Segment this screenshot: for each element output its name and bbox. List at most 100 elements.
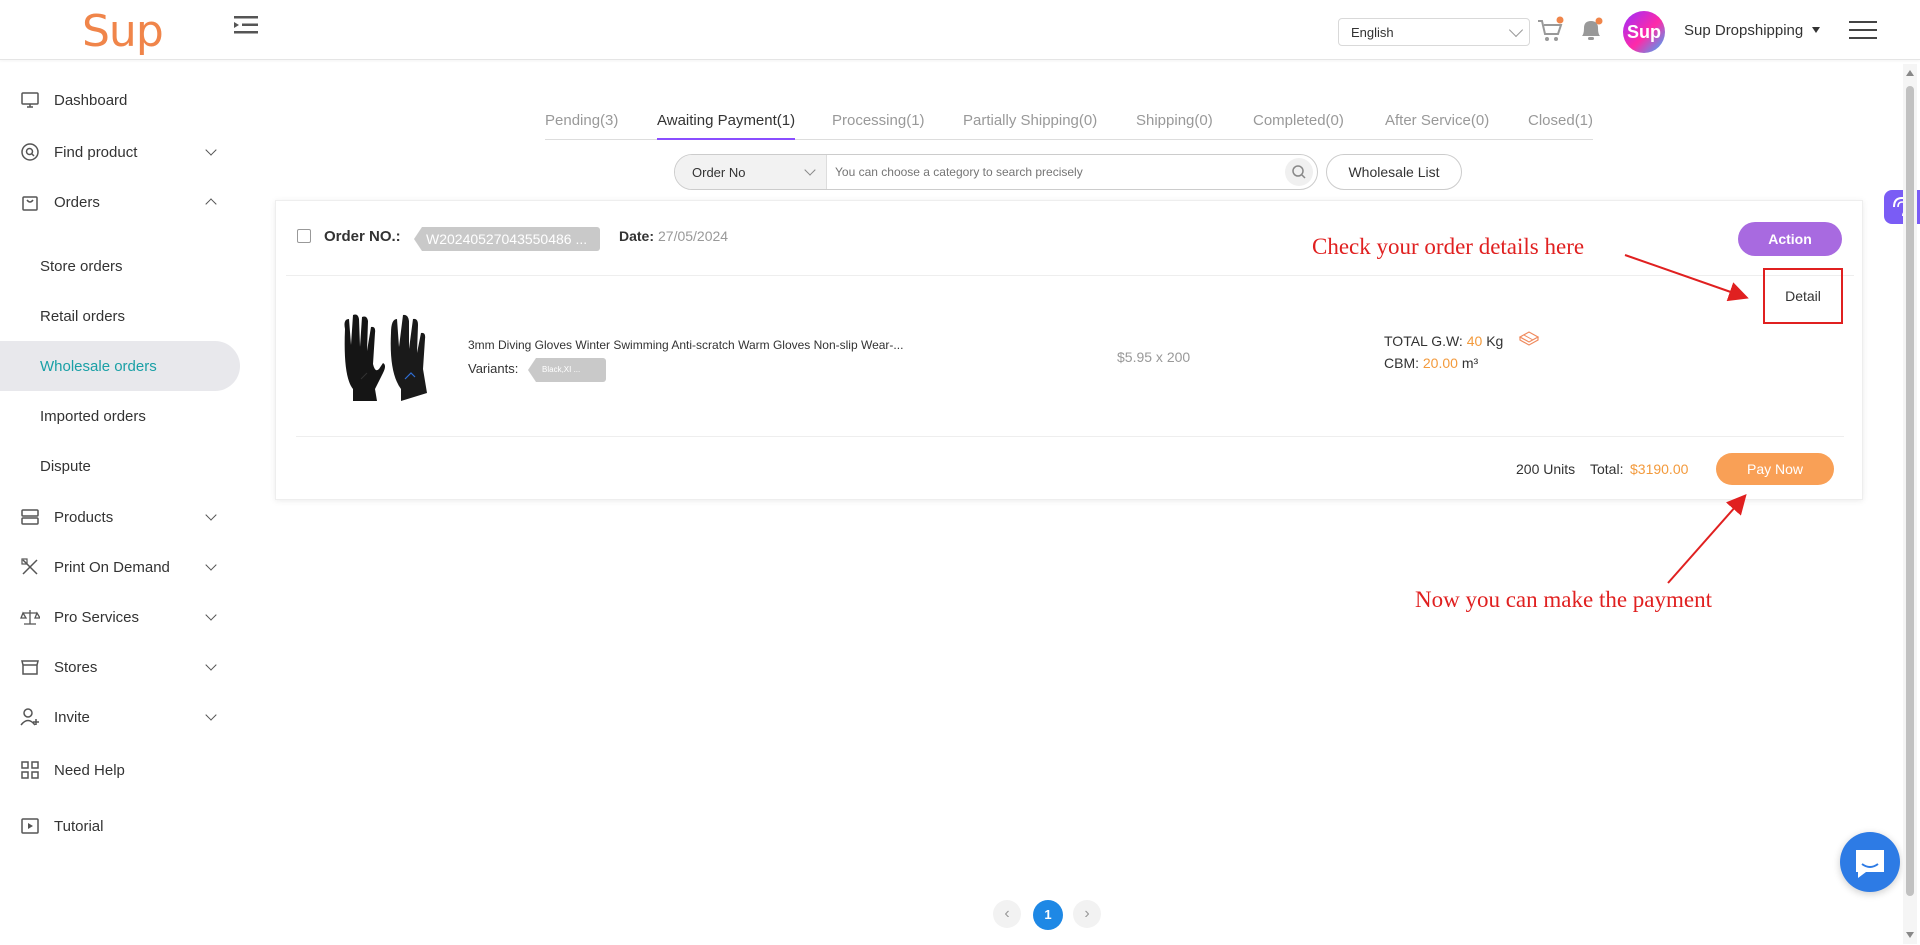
chat-support-button[interactable]: [1840, 832, 1900, 892]
price-quantity: $5.95 x 200: [1117, 349, 1191, 365]
cbm-label: CBM:: [1384, 355, 1419, 371]
sidebar-subitem-wholesale-orders[interactable]: Wholesale orders: [0, 341, 240, 391]
sidebar-subitem-label: Imported orders: [40, 407, 146, 425]
annotation-detail-note: Check your order details here: [1312, 234, 1585, 259]
tab-processing[interactable]: Processing(1): [832, 112, 925, 129]
sidebar-subitem-label: Store orders: [40, 257, 123, 275]
chevron-up-icon: [205, 198, 217, 210]
sidebar-item-invite[interactable]: Invite: [0, 692, 240, 742]
scroll-up-arrow-icon[interactable]: [1906, 70, 1914, 76]
sidebar-subitem-retail-orders[interactable]: Retail orders: [0, 291, 240, 341]
sidebar-item-orders[interactable]: Orders: [0, 177, 240, 227]
user-name[interactable]: Sup Dropshipping: [1684, 22, 1803, 39]
caret-down-icon[interactable]: [1812, 27, 1820, 33]
sidebar-item-label: Tutorial: [54, 817, 104, 835]
sidebar-subitem-store-orders[interactable]: Store orders: [0, 241, 240, 291]
monitor-icon: [21, 92, 39, 108]
divider: [296, 436, 1844, 437]
cbm: CBM: 20.00 m³: [1384, 355, 1478, 371]
bag-icon: [22, 196, 38, 211]
hamburger-menu-icon[interactable]: [1849, 21, 1877, 41]
action-button[interactable]: Action: [1738, 222, 1842, 256]
sidebar-item-print-on-demand[interactable]: Print On Demand: [0, 542, 240, 592]
chevron-down-icon: [205, 509, 217, 521]
tab-closed[interactable]: Closed(1): [1528, 112, 1593, 129]
page-scrollbar[interactable]: [1903, 64, 1917, 944]
sidebar-subitem-dispute[interactable]: Dispute: [0, 441, 240, 491]
chevron-down-icon: [205, 609, 217, 621]
sidebar-item-tutorial[interactable]: Tutorial: [0, 801, 240, 851]
product-image[interactable]: [331, 309, 431, 405]
sidebar-item-label: Invite: [54, 708, 90, 726]
user-add-icon: [20, 708, 39, 726]
sidebar-item-label: Print On Demand: [54, 558, 170, 576]
wholesale-list-button[interactable]: Wholesale List: [1326, 154, 1462, 190]
order-card: Order NO.: W20240527043550486 ... Date: …: [275, 200, 1863, 500]
detail-button[interactable]: Detail: [1763, 268, 1843, 324]
avatar[interactable]: Sup: [1623, 11, 1665, 53]
sidebar-subitem-imported-orders[interactable]: Imported orders: [0, 391, 240, 441]
pagination-prev-button[interactable]: ‹: [993, 900, 1021, 928]
sup-logo[interactable]: Sup: [82, 6, 164, 57]
sidebar-subitem-label: Retail orders: [40, 307, 126, 325]
video-icon: [21, 818, 39, 834]
search-category-value: Order No: [692, 165, 746, 180]
pagination-page-1[interactable]: 1: [1033, 900, 1063, 930]
sidebar-item-label: Orders: [54, 193, 100, 211]
order-checkbox[interactable]: [297, 229, 311, 243]
sidebar: Dashboard Find product Orders Store orde…: [0, 60, 240, 945]
cbm-unit: m³: [1461, 355, 1479, 371]
variant-tag: Black,XI ...: [528, 358, 606, 382]
search-icon[interactable]: [1285, 158, 1313, 186]
pencil-ruler-icon: [21, 558, 38, 575]
chevron-down-icon: [205, 144, 217, 156]
search-category-select[interactable]: Order No: [675, 155, 827, 189]
bell-icon[interactable]: [1578, 16, 1604, 44]
language-select[interactable]: English: [1338, 18, 1530, 46]
search-bar: Order No: [674, 154, 1318, 190]
sidebar-item-dashboard[interactable]: Dashboard: [0, 75, 240, 125]
tab-pending[interactable]: Pending(3): [545, 112, 618, 129]
date-label: Date:: [619, 228, 655, 244]
annotation-pay-note: Now you can make the payment: [1415, 587, 1712, 612]
tab-awaiting-payment[interactable]: Awaiting Payment(1): [657, 112, 795, 129]
order-no-label: Order NO.:: [324, 228, 401, 245]
search-input[interactable]: [835, 155, 1275, 189]
product-title[interactable]: 3mm Diving Gloves Winter Swimming Anti-s…: [468, 338, 928, 352]
cbm-value: 20.00: [1422, 355, 1458, 371]
tab-shipping[interactable]: Shipping(0): [1136, 112, 1213, 129]
tab-after-service[interactable]: After Service(0): [1385, 112, 1489, 129]
sidebar-item-label: Dashboard: [54, 91, 128, 109]
menu-collapse-icon[interactable]: [234, 14, 258, 36]
gw-unit: Kg: [1486, 333, 1504, 349]
order-status-tabs: Pending(3) Awaiting Payment(1) Processin…: [545, 106, 1593, 140]
order-no-tag[interactable]: W20240527043550486 ...: [414, 227, 600, 251]
tab-completed[interactable]: Completed(0): [1253, 112, 1344, 129]
sidebar-item-label: Pro Services: [54, 608, 140, 626]
gw-label: TOTAL G.W:: [1384, 333, 1463, 349]
store-icon: [21, 660, 39, 675]
cart-icon[interactable]: [1536, 16, 1564, 44]
variants-label: Variants:: [468, 361, 519, 376]
sidebar-item-pro-services[interactable]: Pro Services: [0, 592, 240, 642]
sidebar-item-products[interactable]: Products: [0, 492, 240, 542]
server-icon: [21, 509, 39, 525]
top-header: Sup English Sup Sup Dropshipping: [0, 0, 1920, 60]
chevron-down-icon: [205, 559, 217, 571]
divider: [286, 275, 1854, 276]
sidebar-subitem-label: Dispute: [40, 457, 91, 475]
sidebar-item-label: Products: [54, 508, 114, 526]
pay-now-button[interactable]: Pay Now: [1716, 453, 1834, 485]
scroll-down-arrow-icon[interactable]: [1906, 932, 1914, 938]
arrow-to-pay: [1667, 494, 1747, 584]
sidebar-item-need-help[interactable]: Need Help: [0, 745, 240, 795]
sidebar-item-find-product[interactable]: Find product: [0, 127, 240, 177]
shipping-box-icon[interactable]: [1518, 329, 1540, 347]
total-label: Total:: [1590, 461, 1624, 477]
pagination-next-button[interactable]: ›: [1073, 900, 1101, 928]
sidebar-item-label: Find product: [54, 143, 138, 161]
sidebar-item-stores[interactable]: Stores: [0, 642, 240, 692]
sidebar-item-label: Need Help: [54, 761, 125, 779]
tab-partially-shipping[interactable]: Partially Shipping(0): [963, 112, 1097, 129]
scrollbar-thumb[interactable]: [1906, 86, 1914, 896]
